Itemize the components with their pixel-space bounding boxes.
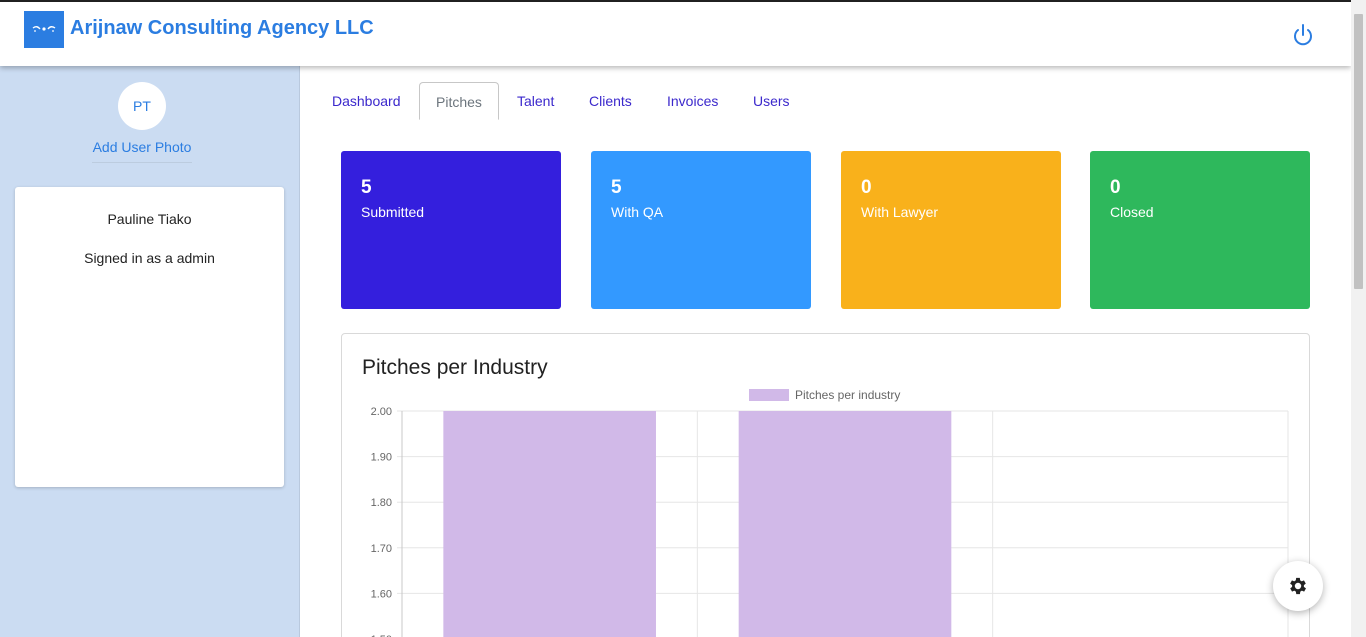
y-tick-label: 1.60 [371, 588, 392, 600]
stat-card-closed[interactable]: 0 Closed [1090, 151, 1310, 309]
chart-panel: Pitches per Industry 2.00 1.90 1.80 1.70 1.6… [341, 333, 1310, 637]
bar-chart: 2.001.901.801.701.601.50Pitches per indu… [371, 388, 1289, 637]
brand-name[interactable]: Arijnaw Consulting Agency LLC [70, 17, 374, 40]
legend-label: Pitches per industry [795, 388, 900, 402]
tab-talent[interactable]: Talent [501, 82, 570, 120]
tab-dashboard[interactable]: Dashboard [316, 82, 417, 120]
stat-card-with-lawyer[interactable]: 0 With Lawyer [841, 151, 1061, 309]
tab-users[interactable]: Users [737, 82, 806, 120]
stat-value: 5 [361, 177, 372, 198]
stat-card-submitted[interactable]: 5 Submitted [341, 151, 561, 309]
avatar[interactable]: PT [118, 82, 166, 130]
bar [443, 411, 656, 637]
app-header: Arijnaw Consulting Agency LLC [0, 2, 1351, 66]
user-info-card: Pauline Tiako Signed in as a admin [15, 187, 284, 487]
stat-value: 5 [611, 177, 622, 198]
legend-swatch [749, 389, 789, 401]
stat-card-with-qa[interactable]: 5 With QA [591, 151, 811, 309]
bar [738, 411, 952, 637]
page-scrollbar[interactable] [1351, 0, 1366, 637]
stat-value: 0 [861, 177, 872, 198]
gear-icon [1290, 577, 1306, 595]
y-tick-label: 1.70 [371, 543, 392, 555]
stat-label: With Lawyer [861, 204, 939, 220]
y-tick-label: 2.00 [371, 406, 392, 418]
stat-label: Submitted [361, 204, 425, 220]
sidebar: PT Add User Photo Pauline Tiako Signed i… [0, 66, 300, 637]
user-role: Signed in as a admin [84, 250, 215, 266]
y-tick-label: 1.90 [371, 452, 392, 464]
scrollbar-thumb[interactable] [1354, 14, 1363, 289]
user-name: Pauline Tiako [107, 211, 192, 227]
stat-label: With QA [611, 204, 664, 220]
divider [92, 162, 192, 163]
tab-clients[interactable]: Clients [573, 82, 648, 120]
brand-logo-icon[interactable] [24, 11, 64, 48]
stat-label: Closed [1110, 204, 1154, 220]
add-user-photo-link[interactable]: Add User Photo [0, 139, 284, 155]
tab-pitches[interactable]: Pitches [419, 82, 499, 120]
settings-button[interactable] [1273, 561, 1323, 611]
power-icon[interactable] [1291, 22, 1315, 48]
y-tick-label: 1.80 [371, 497, 392, 509]
tab-invoices[interactable]: Invoices [651, 82, 734, 120]
stat-value: 0 [1110, 177, 1121, 198]
